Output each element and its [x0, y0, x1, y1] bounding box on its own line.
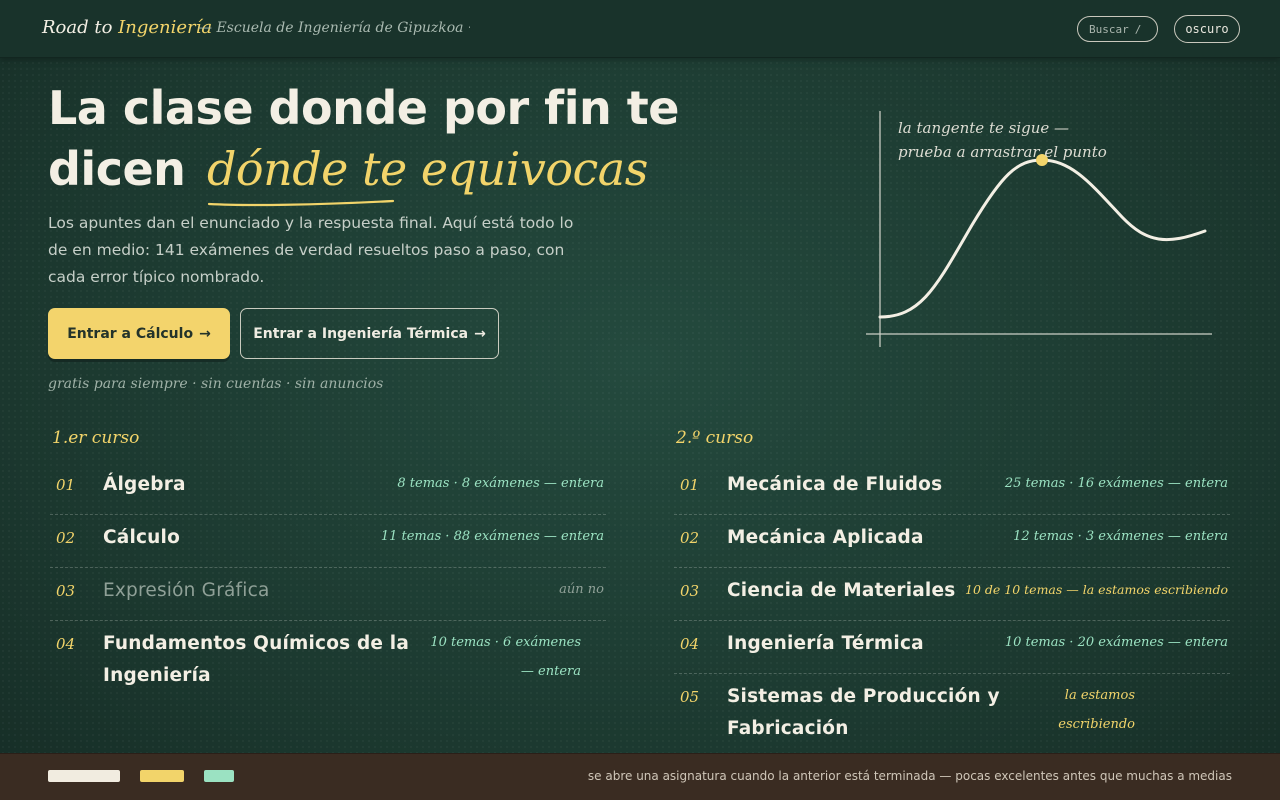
course-meta: aún no [559, 582, 604, 597]
top-bar: Road to Ingeniería — Escuela de Ingenier… [0, 0, 1280, 58]
hero-title: La clase donde por fin te dicen dónde te… [48, 78, 688, 207]
hero-title-line1: La clase donde por fin te [48, 81, 679, 135]
theme-toggle-button[interactable]: oscuro [1174, 15, 1240, 43]
course-number: 02 [680, 529, 700, 547]
brand-logo[interactable]: Road to Ingeniería [42, 17, 212, 38]
course-name: Mecánica de Fluidos [727, 474, 943, 495]
course-name: Sistemas de Producción y Fabricación [727, 686, 1000, 739]
curve-line [878, 158, 1207, 319]
course-meta: 10 temas · 6 exámenes — entera [430, 635, 581, 679]
year2-heading: 2.º curso [676, 428, 754, 448]
course-row-algebra[interactable]: 01 Álgebra 8 temas · 8 exámenes — entera [50, 462, 606, 515]
highlight-underline-icon [207, 199, 395, 207]
enter-termica-label: Entrar a Ingeniería Térmica [253, 325, 469, 342]
course-row-ingenieria-termica[interactable]: 04 Ingeniería Térmica 10 temas · 20 exám… [674, 621, 1230, 674]
figure-note: la tangente te sigue — prueba a arrastra… [898, 116, 1107, 164]
course-meta: 12 temas · 3 exámenes — entera [1013, 529, 1228, 544]
course-name: Expresión Gráfica [103, 580, 270, 601]
course-number: 01 [56, 476, 76, 494]
course-name: Ciencia de Materiales [727, 580, 956, 601]
arrow-right-icon: → [474, 325, 486, 342]
enter-calculo-label: Entrar a Cálculo [67, 325, 194, 342]
chalk-swatch-yellow [140, 770, 184, 782]
course-number: 04 [680, 635, 700, 653]
course-meta: 10 temas · 20 exámenes — entera [1004, 635, 1228, 650]
course-number: 03 [56, 582, 76, 600]
course-number: 01 [680, 476, 700, 494]
brand-prefix: Road to [42, 17, 113, 38]
course-row-calculo[interactable]: 02 Cálculo 11 temas · 88 exámenes — ente… [50, 515, 606, 568]
course-meta: la estamos escribiendo [1058, 688, 1135, 732]
course-name: Álgebra [103, 474, 186, 495]
enter-calculo-button[interactable]: Entrar a Cálculo → [48, 308, 230, 359]
course-row-sistemas-produccion[interactable]: 05 Sistemas de Producción y Fabricación … [674, 674, 1230, 758]
year1-heading: 1.er curso [52, 428, 140, 448]
course-name: Ingeniería Térmica [727, 633, 924, 654]
course-number: 03 [680, 582, 700, 600]
arrow-right-icon: → [199, 325, 211, 342]
course-row-mecanica-fluidos[interactable]: 01 Mecánica de Fluidos 25 temas · 16 exá… [674, 462, 1230, 515]
year2-course-list: 2.º curso 01 Mecánica de Fluidos 25 tema… [674, 426, 1230, 758]
hero-lead: Los apuntes dan el enunciado y la respue… [48, 214, 574, 286]
search-button[interactable]: Buscar / [1077, 16, 1158, 42]
course-row-ciencia-materiales[interactable]: 03 Ciencia de Materiales 10 de 10 temas … [674, 568, 1230, 621]
search-shortcut: / [1134, 22, 1142, 36]
course-number: 02 [56, 529, 76, 547]
course-row-fundamentos-quimicos[interactable]: 04 Fundamentos Químicos de la Ingeniería… [50, 621, 606, 705]
hero-title-highlight: dónde te equivocas [206, 139, 648, 207]
course-meta: 11 temas · 88 exámenes — entera [380, 529, 604, 544]
figure-note-line1: la tangente te sigue — [898, 119, 1070, 137]
school-name: — Escuela de Ingeniería de Gipuzkoa · UP… [198, 20, 470, 36]
hero-title-highlight-text: dónde te equivocas [206, 142, 648, 196]
bottom-bar: se abre una asignatura cuando la anterio… [0, 753, 1280, 800]
search-label: Buscar [1089, 22, 1129, 36]
chalk-swatch-white [48, 770, 120, 782]
year1-course-list: 1.er curso 01 Álgebra 8 temas · 8 exámen… [50, 426, 606, 705]
course-meta: 25 temas · 16 exámenes — entera [1004, 476, 1228, 491]
hero-tagline: gratis para siempre · sin cuentas · sin … [48, 376, 384, 392]
figure-note-line2: prueba a arrastrar el punto [898, 143, 1107, 161]
course-row-mecanica-aplicada[interactable]: 02 Mecánica Aplicada 12 temas · 3 exámen… [674, 515, 1230, 568]
course-row-expresion-grafica: 03 Expresión Gráfica aún no [50, 568, 606, 621]
course-number: 04 [56, 635, 76, 653]
course-name: Fundamentos Químicos de la Ingeniería [103, 633, 410, 686]
enter-termica-button[interactable]: Entrar a Ingeniería Térmica → [240, 308, 499, 359]
course-number: 05 [680, 688, 700, 706]
course-meta: 10 de 10 temas — la estamos escribiendo [965, 582, 1228, 597]
course-name: Mecánica Aplicada [727, 527, 924, 548]
course-name: Cálculo [103, 527, 180, 548]
footer-note: se abre una asignatura cuando la anterio… [587, 769, 1232, 783]
course-meta: 8 temas · 8 exámenes — entera [397, 476, 604, 491]
chalk-swatch-mint [204, 770, 234, 782]
hero-title-line2: dicen [48, 142, 186, 196]
